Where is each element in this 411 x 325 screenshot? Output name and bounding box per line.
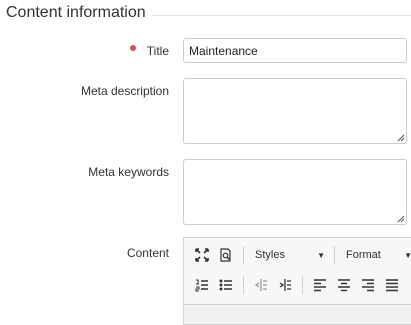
- preview-icon[interactable]: [214, 244, 238, 266]
- editor-toolbar-row-1: Styles ▼ Format ▼: [190, 244, 411, 266]
- meta-description-label: Meta description: [80, 84, 169, 98]
- section-legend: Content information: [0, 3, 411, 23]
- numbered-list-icon[interactable]: [190, 274, 214, 296]
- toolbar-separator: [243, 246, 244, 264]
- maximize-icon[interactable]: [190, 244, 214, 266]
- title-input[interactable]: [183, 38, 407, 63]
- meta-keywords-textarea[interactable]: [183, 159, 407, 225]
- format-dropdown-label: Format: [346, 249, 381, 261]
- format-dropdown[interactable]: Format ▼: [340, 244, 411, 266]
- rich-text-editor: Styles ▼ Format ▼: [183, 237, 411, 325]
- section-title: Content information: [6, 4, 146, 21]
- section-divider: [152, 15, 411, 16]
- required-indicator: [130, 45, 136, 51]
- meta-description-textarea[interactable]: [183, 78, 407, 144]
- justify-icon[interactable]: [380, 274, 404, 296]
- chevron-down-icon: ▼: [404, 250, 411, 260]
- bulleted-list-icon[interactable]: [214, 274, 238, 296]
- increase-indent-icon[interactable]: [273, 274, 297, 296]
- chevron-down-icon: ▼: [317, 250, 325, 260]
- editor-content-area[interactable]: [184, 304, 411, 324]
- toolbar-separator: [243, 276, 244, 294]
- align-left-icon[interactable]: [308, 274, 332, 296]
- title-label: Title: [146, 44, 169, 58]
- resize-handle-icon[interactable]: [397, 134, 405, 142]
- toolbar-separator: [302, 276, 303, 294]
- content-label: Content: [126, 246, 169, 260]
- styles-dropdown[interactable]: Styles ▼: [249, 244, 329, 266]
- resize-handle-icon[interactable]: [397, 215, 405, 223]
- styles-dropdown-label: Styles: [255, 249, 285, 261]
- toolbar-separator: [334, 246, 335, 264]
- align-right-icon[interactable]: [356, 274, 380, 296]
- meta-keywords-label: Meta keywords: [88, 165, 169, 179]
- decrease-indent-icon[interactable]: [249, 274, 273, 296]
- editor-toolbar-row-2: [190, 274, 404, 296]
- align-center-icon[interactable]: [332, 274, 356, 296]
